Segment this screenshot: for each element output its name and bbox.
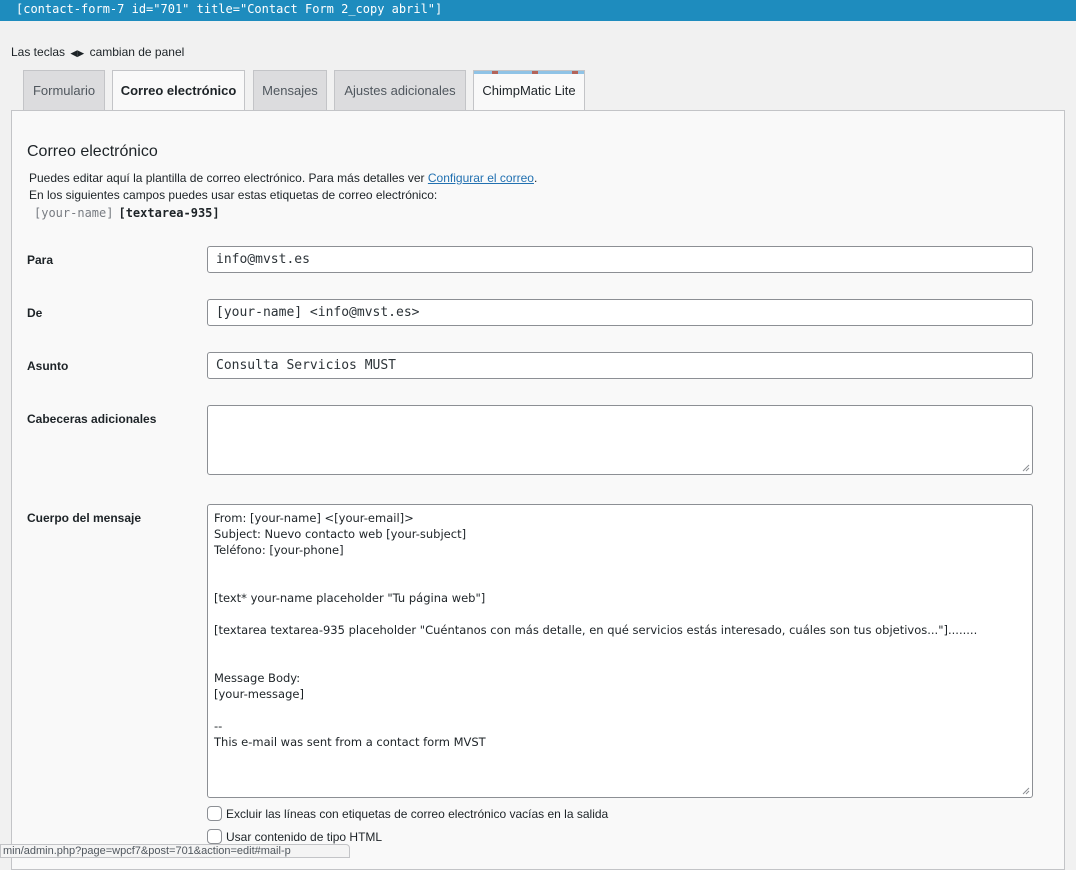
message-body-line <box>214 702 1026 718</box>
message-body-line <box>214 654 1026 670</box>
message-body-line <box>214 606 1026 622</box>
subject-input[interactable]: Consulta Servicios MUST <box>207 352 1033 379</box>
exclude-blank-label: Excluir las líneas con etiquetas de corr… <box>226 806 609 821</box>
panel-hint-after: cambian de panel <box>89 45 185 59</box>
panel-hint-before: Las teclas <box>11 45 66 59</box>
shortcode-bar[interactable]: [contact-form-7 id="701" title="Contact … <box>0 0 1076 21</box>
status-bar-url: min/admin.php?page=wpcf7&post=701&action… <box>0 844 350 858</box>
mail-panel: Correo electrónico Puedes editar aquí la… <box>11 110 1065 870</box>
subject-label: Asunto <box>27 359 69 373</box>
additional-headers-label: Cabeceras adicionales <box>27 412 157 426</box>
tab-chimpmatic-label: ChimpMatic Lite <box>482 83 576 98</box>
message-body-line: From: [your-name] <[your-email]> <box>214 511 414 525</box>
mail-tags: [your-name] [textarea-935] <box>34 206 220 220</box>
resize-grip-icon[interactable] <box>1022 464 1030 472</box>
message-body-line: [textarea textarea-935 placeholder "Cuén… <box>214 623 978 637</box>
exclude-blank-checkbox[interactable] <box>207 806 222 821</box>
message-body-line <box>214 558 1026 574</box>
to-input[interactable]: info@mvst.es <box>207 246 1033 273</box>
from-label: De <box>27 306 43 320</box>
exclude-blank-option[interactable]: Excluir las líneas con etiquetas de corr… <box>207 806 608 821</box>
tab-decoration-stripe <box>474 71 584 74</box>
message-body-label: Cuerpo del mensaje <box>27 511 142 525</box>
mail-description: Puedes editar aquí la plantilla de corre… <box>29 171 537 185</box>
description-suffix: . <box>533 171 538 185</box>
tab-ajustes-adicionales[interactable]: Ajustes adicionales <box>334 70 466 110</box>
tab-correo-electronico[interactable]: Correo electrónico <box>112 70 245 111</box>
description-text: Puedes editar aquí la plantilla de corre… <box>29 171 428 185</box>
from-input[interactable]: [your-name] <info@mvst.es> <box>207 299 1033 326</box>
message-body-line: [your-message] <box>214 687 304 701</box>
panel-title: Correo electrónico <box>27 143 158 160</box>
message-body-textarea[interactable]: From: [your-name] <[your-email]> Subject:… <box>207 504 1033 798</box>
message-body-line: Message Body: <box>214 671 301 685</box>
tab-mensajes[interactable]: Mensajes <box>253 70 327 110</box>
message-body-content: From: [your-name] <[your-email]> Subject:… <box>214 510 1026 750</box>
additional-headers-textarea[interactable] <box>207 405 1033 475</box>
tab-formulario[interactable]: Formulario <box>23 70 105 110</box>
message-body-line <box>214 574 1026 590</box>
use-html-checkbox[interactable] <box>207 829 222 844</box>
resize-grip-icon[interactable] <box>1022 787 1030 795</box>
use-html-label: Usar contenido de tipo HTML <box>226 829 383 844</box>
message-body-line: This e-mail was sent from a contact form… <box>214 735 486 749</box>
left-right-arrows-icon: ◀▶ <box>70 48 85 58</box>
mail-tags-description: En los siguientes campos puedes usar est… <box>29 188 438 202</box>
message-body-line: -- <box>214 719 223 733</box>
tab-chimpmatic-lite[interactable]: ChimpMatic Lite <box>473 70 585 110</box>
message-body-line: Subject: Nuevo contacto web [your-subjec… <box>214 527 467 541</box>
mail-tag-your-name[interactable]: [your-name] <box>34 206 113 220</box>
message-body-line: Teléfono: [your-phone] <box>214 543 344 557</box>
message-body-line: [text* your-name placeholder "Tu página … <box>214 591 486 605</box>
to-label: Para <box>27 253 54 267</box>
use-html-option[interactable]: Usar contenido de tipo HTML <box>207 829 382 844</box>
mail-tag-textarea[interactable]: [textarea-935] <box>118 206 219 220</box>
configure-mail-link[interactable]: Configurar el correo <box>428 171 534 185</box>
panel-hint: Las teclas ◀▶ cambian de panel <box>11 45 184 59</box>
message-body-line <box>214 638 1026 654</box>
